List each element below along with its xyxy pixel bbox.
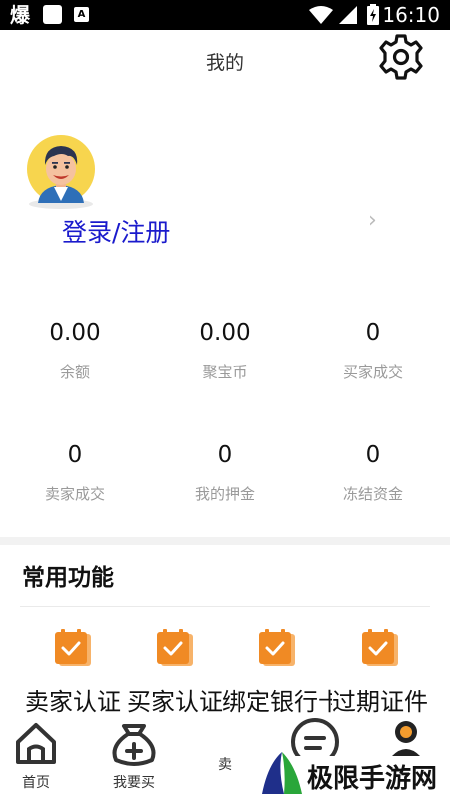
battery-icon — [367, 4, 379, 25]
section-rule — [20, 606, 430, 607]
notification-square-icon — [43, 5, 62, 24]
stat-value: 0.00 — [199, 320, 251, 346]
wifi-icon — [309, 6, 333, 24]
stat-label: 卖家成交 — [44, 485, 105, 503]
watermark-logo-icon — [262, 752, 302, 794]
nav-label: 首页 — [22, 775, 50, 791]
stat-deposit[interactable]: 0 我的押金 — [150, 438, 300, 504]
nav-label: 我要买 — [113, 775, 155, 791]
stat-value: 0 — [365, 320, 381, 346]
status-time: 16:10 — [382, 3, 440, 27]
stat-label: 聚宝币 — [202, 363, 248, 381]
status-bar: 爆 A 16:10 — [0, 0, 450, 30]
calendar-check-icon — [259, 629, 295, 666]
nav-home[interactable]: 首页 — [10, 716, 62, 792]
settings-gear-icon[interactable] — [376, 32, 426, 82]
section-title: 常用功能 — [22, 565, 114, 591]
calendar-check-icon — [362, 629, 398, 666]
nav-label: 卖 — [218, 757, 232, 773]
func-buyer-verify[interactable]: 买家认证 — [120, 628, 230, 717]
login-register-link[interactable]: 登录/注册 — [62, 213, 170, 249]
nav-buy[interactable]: 我要买 — [104, 716, 164, 792]
func-seller-verify[interactable]: 卖家认证 — [18, 628, 128, 717]
stat-seller-deals[interactable]: 0 卖家成交 — [0, 438, 150, 504]
calendar-check-icon — [55, 629, 91, 666]
stat-frozen-funds[interactable]: 0 冻结资金 — [298, 438, 448, 504]
notification-a-icon: A — [74, 7, 89, 22]
stat-label: 我的押金 — [194, 485, 255, 503]
stat-treasure-coin[interactable]: 0.00 聚宝币 — [150, 316, 300, 382]
func-bind-bank-card[interactable]: 绑定银行卡 — [222, 628, 332, 717]
avatar[interactable] — [24, 135, 98, 209]
stat-label: 买家成交 — [342, 363, 403, 381]
stat-value: 0.00 — [49, 320, 101, 346]
buy-bag-icon — [112, 724, 156, 766]
stat-label: 冻结资金 — [342, 485, 403, 503]
section-divider — [0, 537, 450, 545]
func-label: 买家认证 — [127, 688, 223, 716]
app-notification-icon: 爆 — [10, 3, 30, 27]
chevron-right-icon[interactable]: › — [368, 208, 377, 233]
calendar-check-icon — [157, 629, 193, 666]
home-icon — [16, 723, 56, 764]
nav-sell[interactable]: 卖 — [205, 754, 245, 774]
watermark: 极限手游网 — [258, 750, 450, 800]
stat-label: 余额 — [59, 363, 90, 381]
func-label: 过期证件 — [332, 688, 428, 716]
stat-value: 0 — [217, 442, 233, 468]
stat-balance[interactable]: 0.00 余额 — [0, 316, 150, 382]
watermark-text: 极限手游网 — [307, 764, 438, 794]
stat-buyer-deals[interactable]: 0 买家成交 — [298, 316, 448, 382]
stat-value: 0 — [67, 442, 83, 468]
func-expired-docs[interactable]: 过期证件 — [325, 628, 435, 717]
signal-icon — [339, 6, 357, 24]
func-label: 卖家认证 — [25, 688, 121, 716]
stat-value: 0 — [365, 442, 381, 468]
func-label: 绑定银行卡 — [222, 688, 332, 716]
